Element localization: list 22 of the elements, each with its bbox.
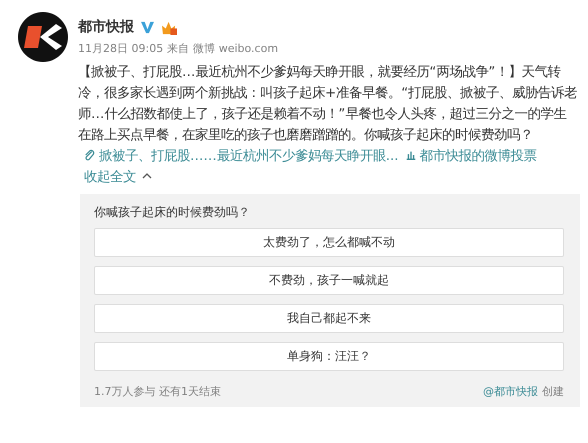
article-link[interactable]: 掀被子、打屁股……最近杭州不少爹妈每天睁开眼...	[84, 149, 399, 164]
poll-option[interactable]: 不费劲，孩子一喊就起	[94, 266, 564, 295]
verified-icon	[140, 20, 155, 34]
post-source[interactable]: 微博 weibo.com	[193, 41, 278, 56]
poll-option[interactable]: 我自己都起不来	[94, 304, 564, 333]
poll-question: 你喊孩子起床的时候费劲吗？	[94, 204, 251, 221]
poll-option[interactable]: 太费劲了，怎么都喊不动	[94, 228, 564, 257]
caret-icon	[142, 173, 152, 179]
bar-chart-icon	[404, 149, 417, 161]
logo-icon[interactable]	[18, 12, 68, 62]
source-label: 来自	[167, 41, 190, 56]
creator-link[interactable]: @都市快报	[483, 384, 538, 399]
post-time[interactable]: 11月28日 09:05	[78, 41, 164, 56]
collapse-link[interactable]: 收起全文	[84, 170, 152, 185]
vote-link[interactable]: 都市快报的微博投票	[404, 149, 537, 164]
paperclip-icon	[84, 149, 96, 161]
post-text: 【掀被子、打屁股…最近杭州不少爹妈每天睁开眼，就要经历“两场战争”！】天气转冷，很多家长遇到两个新挑战：叫孩子起床+准备早餐。“打屁股、掀被子、威胁告诉老师…什么招数都使上了，孩子还是赖着不动！”早餐也令人头疼，超过三分之一的学生在路上买点早餐，在家里吃的孩子也磨磨蹭蹭的。你喊孩子起床的时候费劲吗？ 掀被子、打屁股……最近杭州不少爹妈每天睁开眼... 都市快报的微博投票 收起全文	[78, 64, 578, 187]
author-name[interactable]: 都市快报	[78, 18, 134, 36]
poll-option[interactable]: 单身狗：汪汪？	[94, 342, 564, 371]
poll-stats: 1.7万人参与 还有1天结束	[94, 384, 221, 399]
creator-label: 创建	[542, 384, 564, 399]
crown-icon[interactable]	[161, 20, 178, 34]
